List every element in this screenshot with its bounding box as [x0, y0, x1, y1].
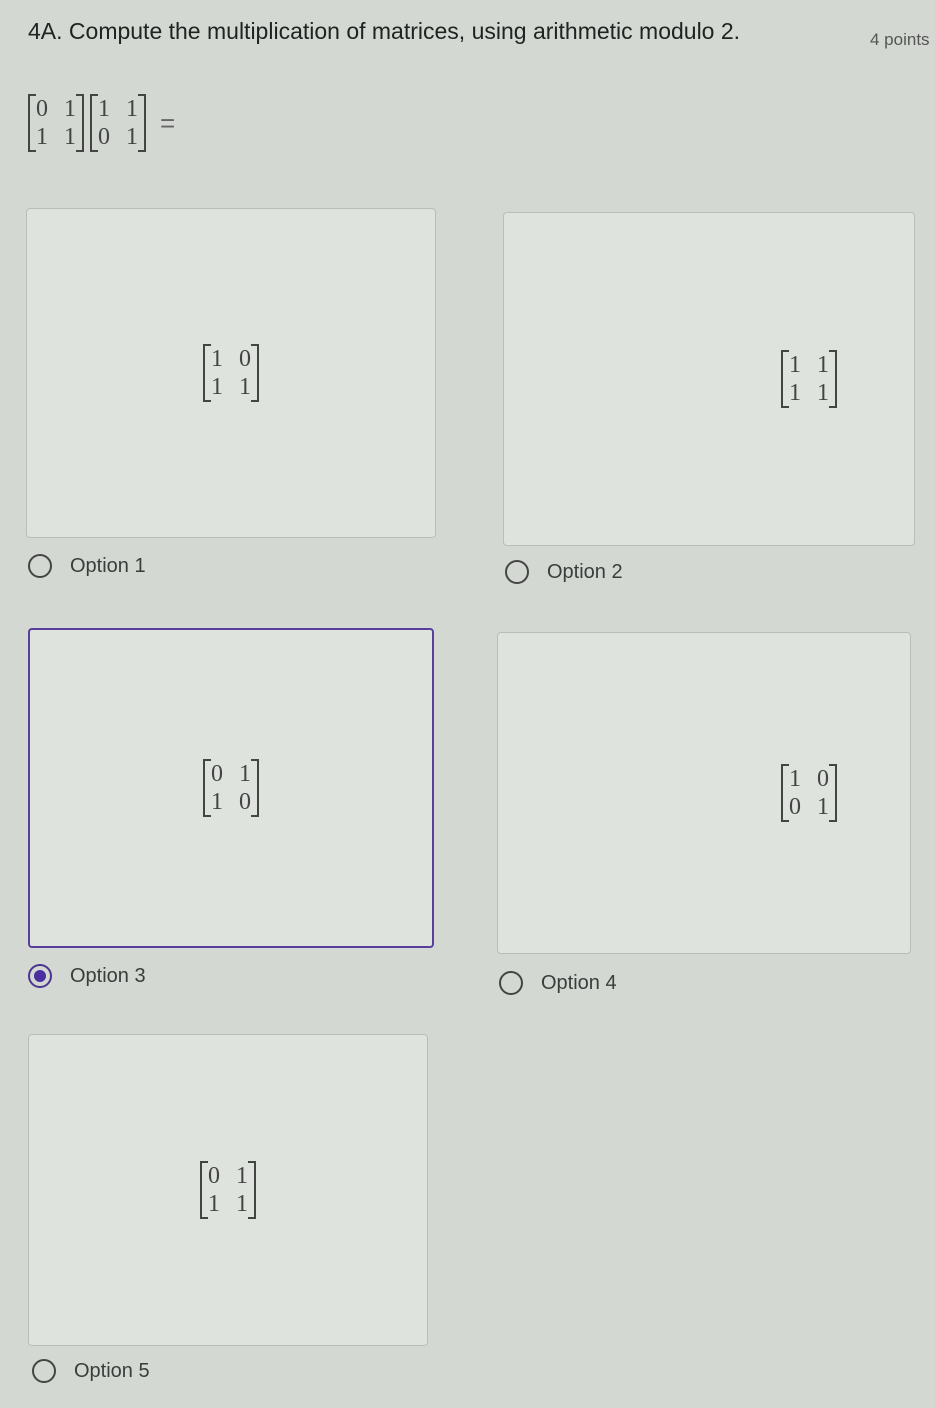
option-2[interactable]: Option 2 — [505, 560, 623, 584]
equals-sign: = — [160, 107, 176, 138]
matrix-cell: 1 — [817, 794, 829, 820]
option-5-matrix: 0 1 1 1 — [200, 1161, 256, 1219]
matrix-cell: 1 — [36, 124, 48, 150]
option-2-radio[interactable] — [505, 560, 529, 584]
matrix-cell: 1 — [817, 352, 829, 378]
option-5-image-card[interactable]: 0 1 1 1 — [28, 1034, 428, 1346]
matrix-cell: 1 — [126, 96, 138, 122]
matrix-cell: 0 — [239, 789, 251, 815]
option-3-radio-selected[interactable] — [28, 964, 52, 988]
option-3[interactable]: Option 3 — [28, 964, 146, 988]
option-2-label: Option 2 — [547, 560, 623, 583]
question-title: 4A. Compute the multiplication of matric… — [28, 18, 741, 44]
option-2-image-card[interactable]: 1 1 1 1 — [503, 212, 915, 546]
option-4-matrix: 1 0 0 1 — [781, 764, 837, 822]
option-1-label: Option 1 — [70, 554, 146, 577]
matrix-cell: 1 — [239, 761, 251, 787]
matrix-cell: 1 — [211, 346, 223, 372]
matrix-cell: 1 — [789, 352, 801, 378]
matrix-cell: 1 — [236, 1191, 248, 1217]
matrix-cell: 0 — [817, 766, 829, 792]
option-4[interactable]: Option 4 — [499, 971, 617, 995]
option-5-radio[interactable] — [32, 1359, 56, 1383]
option-3-label: Option 3 — [70, 964, 146, 987]
matrix-cell: 1 — [208, 1191, 220, 1217]
matrix-cell: 0 — [208, 1163, 220, 1189]
matrix-cell: 1 — [236, 1163, 248, 1189]
option-5-label: Option 5 — [74, 1359, 150, 1382]
matrix-cell: 0 — [98, 124, 110, 150]
matrix-cell: 0 — [239, 346, 251, 372]
matrix-cell: 1 — [98, 96, 110, 122]
option-4-radio[interactable] — [499, 971, 523, 995]
matrix-cell: 0 — [211, 761, 223, 787]
option-3-matrix: 0 1 1 0 — [203, 759, 259, 817]
matrix-a: 0 1 1 1 — [28, 94, 84, 152]
option-4-label: Option 4 — [541, 971, 617, 994]
matrix-cell: 0 — [36, 96, 48, 122]
option-1-radio[interactable] — [28, 554, 52, 578]
option-1-image-card[interactable]: 1 0 1 1 — [26, 208, 436, 538]
points-label: 4 points — [870, 30, 930, 49]
option-5[interactable]: Option 5 — [32, 1359, 150, 1383]
matrix-b: 1 1 0 1 — [90, 94, 146, 152]
matrix-cell: 1 — [64, 124, 76, 150]
option-3-image-card[interactable]: 0 1 1 0 — [28, 628, 434, 948]
matrix-cell: 0 — [789, 794, 801, 820]
matrix-cell: 1 — [817, 380, 829, 406]
matrix-cell: 1 — [789, 380, 801, 406]
option-1-matrix: 1 0 1 1 — [203, 344, 259, 402]
matrix-cell: 1 — [789, 766, 801, 792]
matrix-cell: 1 — [64, 96, 76, 122]
option-2-matrix: 1 1 1 1 — [781, 350, 837, 408]
matrix-cell: 1 — [239, 374, 251, 400]
matrix-cell: 1 — [211, 789, 223, 815]
question-expression: 0 1 1 1 1 1 0 1 = — [28, 94, 175, 152]
matrix-cell: 1 — [211, 374, 223, 400]
matrix-cell: 1 — [126, 124, 138, 150]
option-4-image-card[interactable]: 1 0 0 1 — [497, 632, 911, 954]
option-1[interactable]: Option 1 — [28, 554, 146, 578]
